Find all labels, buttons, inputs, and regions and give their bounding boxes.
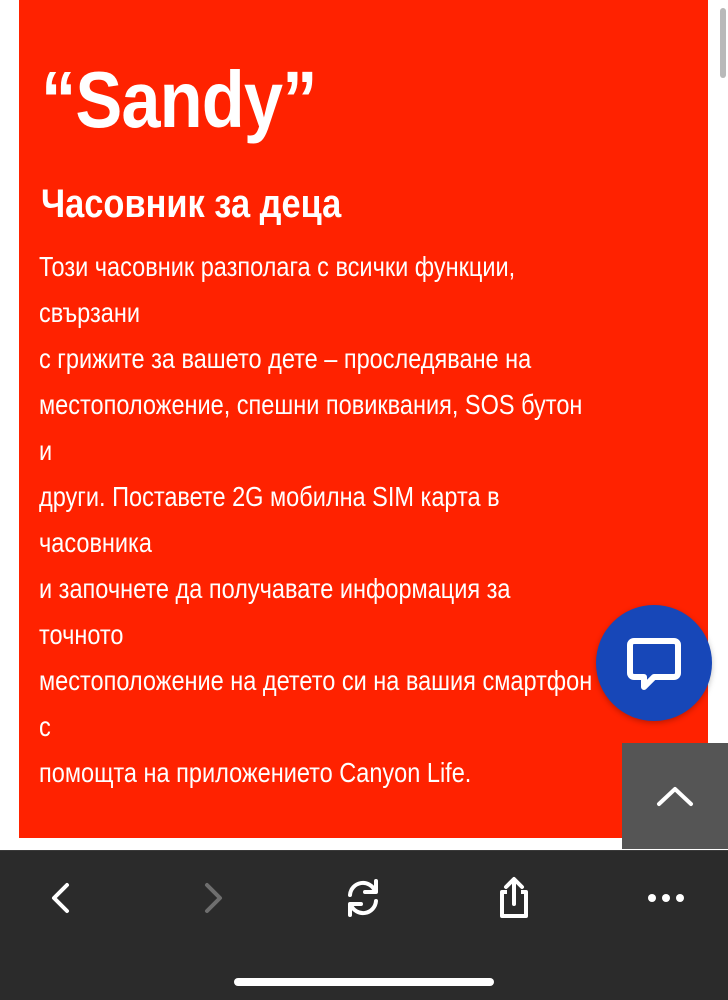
reload-icon	[348, 879, 378, 917]
home-indicator[interactable]	[234, 978, 494, 986]
description-line: с	[39, 711, 51, 742]
promo-panel: “Sandy” Часовник за деца Този часовник р…	[19, 0, 708, 838]
description-line: точното	[39, 619, 124, 650]
browser-toolbar	[0, 850, 728, 1000]
description-line: и	[39, 435, 53, 466]
description-line: свързани	[39, 297, 140, 328]
product-subtitle: Часовник за деца	[41, 182, 342, 226]
live-chat-button[interactable]	[596, 605, 712, 721]
description-line: с грижите за вашето дете – проследяване …	[39, 343, 532, 374]
reload-button[interactable]	[325, 860, 401, 936]
toolbar-divider	[0, 850, 728, 851]
web-page: “Sandy” Часовник за деца Този часовник р…	[0, 0, 728, 1000]
share-button[interactable]	[476, 860, 552, 936]
chevron-right-icon	[205, 883, 222, 913]
product-title: “Sandy”	[41, 55, 317, 144]
description-line: местоположение на детето си на вашия сма…	[39, 665, 593, 696]
description-line: други. Поставете 2G мобилна SIM карта в	[39, 481, 500, 512]
page-scrollbar[interactable]	[718, 0, 728, 850]
description-line: помощта на приложението Canyon Life.	[39, 757, 472, 788]
back-button[interactable]	[22, 860, 98, 936]
forward-button[interactable]	[176, 860, 252, 936]
more-button[interactable]	[628, 860, 704, 936]
more-dots-icon	[648, 894, 684, 902]
scrollbar-thumb[interactable]	[720, 8, 726, 78]
back-to-top-button[interactable]	[622, 743, 728, 849]
description-line: местоположение, спешни повиквания, SOS б…	[39, 389, 583, 420]
chat-bubble-icon	[627, 638, 681, 690]
chevron-left-icon	[52, 883, 69, 913]
product-description: Този часовник разполага с всички функции…	[39, 244, 677, 796]
share-icon	[500, 877, 528, 918]
description-line: и започнете да получавате информация за	[39, 573, 511, 604]
description-line: Този часовник разполага с всички функции…	[39, 251, 516, 282]
chevron-up-icon	[657, 787, 693, 806]
description-line: часовника	[39, 527, 152, 558]
